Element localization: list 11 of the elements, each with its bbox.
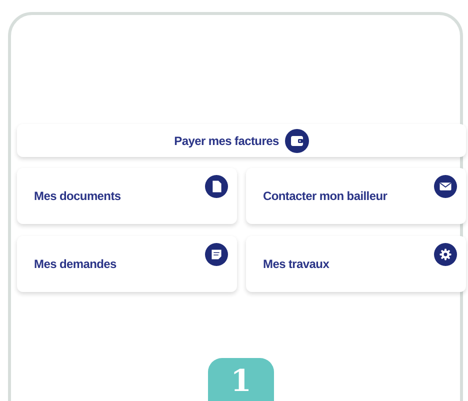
settings-icon	[434, 243, 457, 266]
menu-tile[interactable]: Contacter mon bailleur	[246, 168, 466, 224]
envelope-icon	[434, 175, 457, 198]
pay-bills-button[interactable]: Payer mes factures	[17, 124, 466, 157]
wallet-icon	[284, 128, 309, 152]
note-icon	[205, 243, 228, 266]
menu-tile[interactable]: Mes documents	[17, 168, 237, 224]
menu-tile[interactable]: Mes demandes	[17, 236, 237, 292]
document-icon	[205, 175, 228, 198]
menu-tile[interactable]: Mes travaux	[246, 236, 466, 292]
step-badge: 1	[208, 358, 274, 401]
